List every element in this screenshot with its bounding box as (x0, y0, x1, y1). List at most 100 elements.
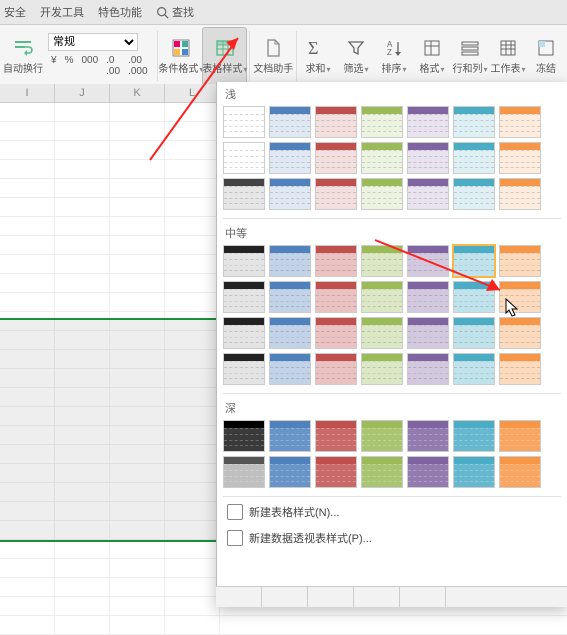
table-style-swatch[interactable] (453, 178, 495, 210)
column-header[interactable]: K (110, 84, 165, 102)
column-header[interactable]: I (0, 84, 55, 102)
table-style-swatch[interactable] (499, 281, 541, 313)
table-style-swatch[interactable] (407, 142, 449, 174)
table-style-swatch[interactable] (407, 353, 449, 385)
table-style-swatch[interactable] (453, 142, 495, 174)
table-style-swatch[interactable] (407, 281, 449, 313)
table-style-swatch[interactable] (499, 245, 541, 277)
table-style-swatch[interactable] (269, 142, 311, 174)
table-style-swatch[interactable] (315, 420, 357, 452)
table-style-swatch[interactable] (269, 178, 311, 210)
wrap-text-button[interactable]: 自动换行 (2, 27, 44, 85)
table-style-swatch[interactable] (361, 420, 403, 452)
percent-button[interactable]: % (62, 53, 77, 79)
conditional-format-button[interactable]: 条件格式▾ (159, 27, 202, 85)
column-header[interactable]: J (55, 84, 110, 102)
table-style-swatch[interactable] (315, 353, 357, 385)
format-button[interactable]: 格式▾ (413, 27, 451, 85)
sheet-tab[interactable] (216, 587, 262, 607)
sheet-tab[interactable] (400, 587, 446, 607)
new-pivot-style[interactable]: 新建数据透视表样式(P)... (217, 525, 567, 551)
table-style-swatch[interactable] (315, 317, 357, 349)
table-style-swatch[interactable] (361, 281, 403, 313)
sheet-tab[interactable] (262, 587, 308, 607)
column-header[interactable]: L (165, 84, 220, 102)
menu-search[interactable]: 查找 (156, 4, 194, 20)
table-style-swatch[interactable] (361, 106, 403, 138)
table-style-swatch[interactable] (407, 420, 449, 452)
filter-button[interactable]: 筛选▾ (337, 27, 375, 85)
cell-row[interactable] (0, 616, 567, 635)
search-icon (156, 6, 169, 19)
sheet-tabstrip[interactable] (216, 586, 567, 607)
table-style-swatch[interactable] (315, 245, 357, 277)
table-style-swatch[interactable] (407, 456, 449, 488)
doc-helper-button[interactable]: 文档助手 (252, 27, 294, 85)
table-style-swatch[interactable] (453, 281, 495, 313)
table-style-swatch[interactable] (315, 456, 357, 488)
table-style-swatch[interactable] (269, 420, 311, 452)
table-style-swatch[interactable] (361, 178, 403, 210)
menu-item-devtools[interactable]: 开发工具 (40, 4, 84, 20)
table-style-swatch[interactable] (223, 317, 265, 349)
table-style-swatch[interactable] (499, 456, 541, 488)
table-style-swatch[interactable] (361, 317, 403, 349)
table-style-swatch[interactable] (269, 317, 311, 349)
sum-button[interactable]: Σ 求和▾ (299, 27, 337, 85)
sheet-tab[interactable] (308, 587, 354, 607)
table-style-swatch[interactable] (223, 353, 265, 385)
table-style-swatch[interactable] (223, 456, 265, 488)
sheet-tab[interactable] (354, 587, 400, 607)
table-style-swatch[interactable] (223, 142, 265, 174)
table-style-swatch[interactable] (315, 106, 357, 138)
table-style-swatch[interactable] (499, 420, 541, 452)
table-style-swatch[interactable] (269, 456, 311, 488)
menu-item-special[interactable]: 特色功能 (98, 4, 142, 20)
table-style-swatch[interactable] (453, 317, 495, 349)
table-style-swatch[interactable] (223, 106, 265, 138)
table-style-swatch[interactable] (361, 245, 403, 277)
table-style-swatch[interactable] (407, 178, 449, 210)
table-style-swatch[interactable] (407, 245, 449, 277)
table-style-swatch[interactable] (315, 281, 357, 313)
rowcol-button[interactable]: 行和列▾ (451, 27, 489, 85)
currency-button[interactable]: ¥ (48, 53, 60, 79)
table-style-swatch[interactable] (453, 353, 495, 385)
table-style-swatch[interactable] (269, 281, 311, 313)
table-style-swatch[interactable] (499, 317, 541, 349)
table-style-swatch[interactable] (269, 245, 311, 277)
table-style-swatch[interactable] (453, 245, 495, 277)
table-style-swatch[interactable] (315, 142, 357, 174)
freeze-button[interactable]: 冻结 (527, 27, 565, 85)
dec-dec-button[interactable]: .00 .000 (125, 53, 150, 79)
table-style-swatch[interactable] (361, 142, 403, 174)
number-format-select[interactable]: 常规 (48, 33, 138, 51)
table-style-swatch[interactable] (223, 178, 265, 210)
table-style-swatch[interactable] (453, 106, 495, 138)
sort-button[interactable]: AZ 排序▾ (375, 27, 413, 85)
table-style-swatch[interactable] (361, 456, 403, 488)
table-style-swatch[interactable] (453, 456, 495, 488)
table-style-swatch[interactable] (269, 106, 311, 138)
table-style-swatch[interactable] (407, 317, 449, 349)
table-style-swatch[interactable] (315, 178, 357, 210)
dec-inc-button[interactable]: .0 .00 (103, 53, 123, 79)
table-style-swatch[interactable] (407, 106, 449, 138)
ribbon: 自动换行 常规 ¥ % 000 .0 .00 .00 .000 条件格式▾ 表格… (0, 25, 567, 88)
table-style-button[interactable]: 表格样式▾ (202, 27, 247, 85)
table-style-swatch[interactable] (269, 353, 311, 385)
table-style-swatch[interactable] (223, 420, 265, 452)
table-style-swatch[interactable] (223, 281, 265, 313)
worksheet-button[interactable]: 工作表▾ (489, 27, 527, 85)
table-style-swatch[interactable] (499, 178, 541, 210)
thousands-button[interactable]: 000 (78, 53, 101, 79)
table-style-swatch[interactable] (361, 353, 403, 385)
table-style-swatch[interactable] (453, 420, 495, 452)
table-style-swatch[interactable] (499, 353, 541, 385)
menu-item-security[interactable]: 安全 (4, 4, 26, 20)
separator (249, 31, 250, 81)
table-style-swatch[interactable] (223, 245, 265, 277)
new-table-style[interactable]: 新建表格样式(N)... (217, 499, 567, 525)
table-style-swatch[interactable] (499, 106, 541, 138)
table-style-swatch[interactable] (499, 142, 541, 174)
